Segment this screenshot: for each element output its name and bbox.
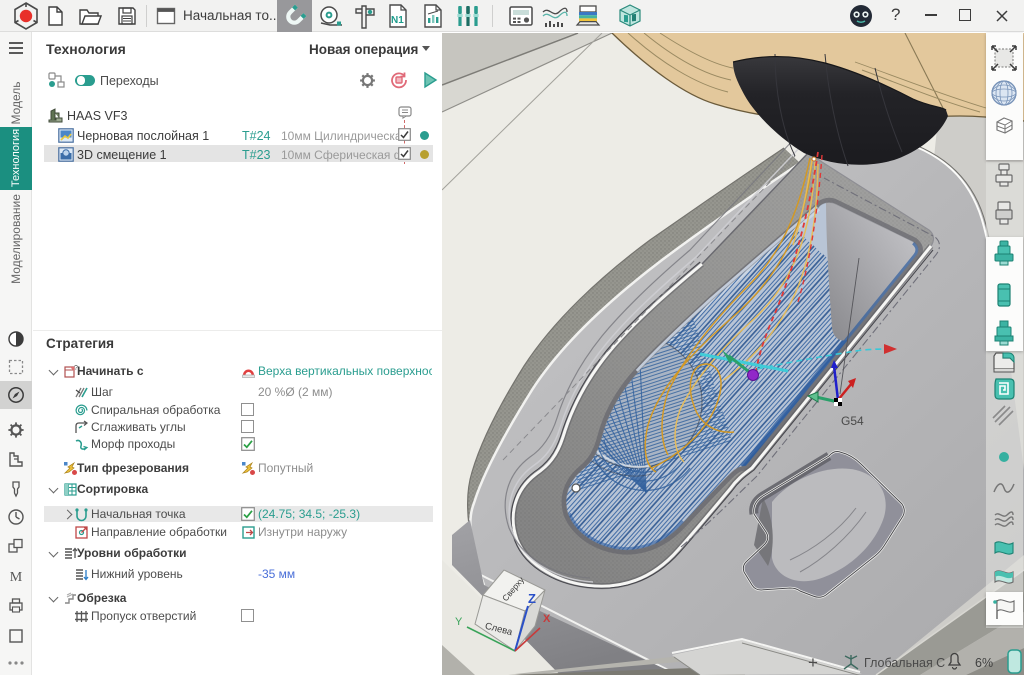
svg-text:Глобальная С: Глобальная С — [864, 656, 945, 670]
svg-text:M: M — [10, 570, 23, 585]
svg-text:Y: Y — [455, 616, 463, 628]
svg-text:X: X — [543, 613, 551, 625]
svg-text:G54: G54 — [841, 414, 864, 428]
svg-text:Z: Z — [528, 591, 536, 606]
svg-text:N1: N1 — [391, 15, 404, 26]
svg-text:6%: 6% — [975, 656, 993, 670]
svg-text:+: + — [808, 653, 818, 672]
